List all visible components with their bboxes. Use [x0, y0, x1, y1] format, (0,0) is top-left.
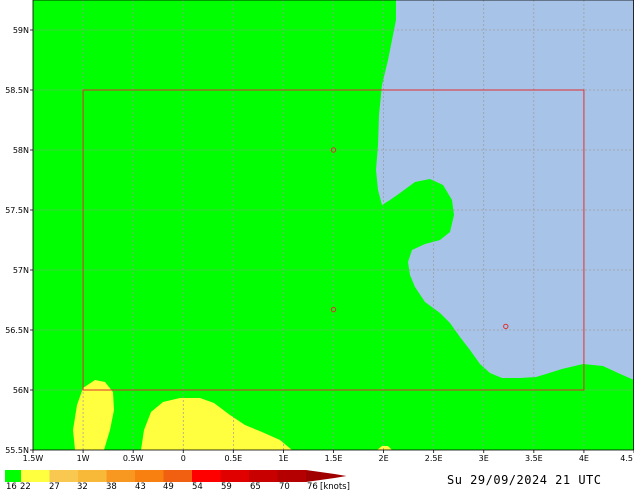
legend-swatch — [192, 470, 221, 482]
lon-tick-label: 0.5E — [224, 454, 242, 463]
lat-tick-label: 58N — [13, 146, 29, 155]
legend-swatch — [135, 470, 164, 482]
legend-swatch — [306, 470, 347, 482]
lat-tick-label: 58.5N — [5, 86, 29, 95]
lon-tick-label: 1.5E — [325, 454, 343, 463]
lon-tick-label: 0.5W — [123, 454, 144, 463]
valid-time: Su 29/09/2024 21 UTC — [447, 473, 602, 487]
legend-unit-label: [knots] — [320, 482, 350, 490]
lon-tick-label: 4.5 — [620, 454, 633, 463]
lat-tick-label: 57.5N — [5, 206, 29, 215]
map-plot-area — [32, 0, 634, 451]
legend-label: 43 — [135, 482, 146, 490]
legend-label: 70 — [279, 482, 290, 490]
legend-swatch — [78, 470, 107, 482]
legend-label: 22 — [20, 482, 31, 490]
legend-swatch — [249, 470, 278, 482]
lon-tick-label: 3.5E — [525, 454, 543, 463]
legend-swatch — [21, 470, 50, 482]
legend-label: 49 — [163, 482, 174, 490]
legend-label: 32 — [77, 482, 88, 490]
lon-tick-label: 3E — [479, 454, 489, 463]
wind-map: 59N58.5N58N57.5N57N56.5N56N55.5N1.5W 1W 0.… — [5, 0, 634, 490]
lat-tick-label: 57N — [13, 266, 29, 275]
legend-swatch — [220, 470, 249, 482]
lon-tick-label: 1.5W — [23, 454, 44, 463]
lat-tick-label: 56N — [13, 386, 29, 395]
lon-tick-label: 1W — [77, 454, 90, 463]
legend-label: 16 — [6, 482, 17, 490]
legend-swatch — [5, 470, 21, 482]
lon-tick-label: 0 — [181, 454, 186, 463]
lat-tick-label: 56.5N — [5, 326, 29, 335]
lon-tick-label: 4E — [579, 454, 589, 463]
legend: 16 22 27 32 38 43 49 54 59 65 70 76 [knots] — [5, 470, 350, 490]
legend-label: 59 — [221, 482, 232, 490]
legend-label: 27 — [49, 482, 60, 490]
legend-swatch — [106, 470, 135, 482]
legend-swatch — [163, 470, 192, 482]
legend-swatch — [277, 470, 306, 482]
legend-label: 65 — [250, 482, 261, 490]
legend-label: 38 — [106, 482, 117, 490]
legend-label: 54 — [192, 482, 203, 490]
lat-tick-label: 59N — [13, 26, 29, 35]
legend-swatch — [49, 470, 78, 482]
lon-tick-label: 2.5E — [425, 454, 443, 463]
legend-label: 76 — [307, 482, 318, 490]
lon-tick-label: 1E — [278, 454, 288, 463]
lon-tick-label: 2E — [379, 454, 389, 463]
